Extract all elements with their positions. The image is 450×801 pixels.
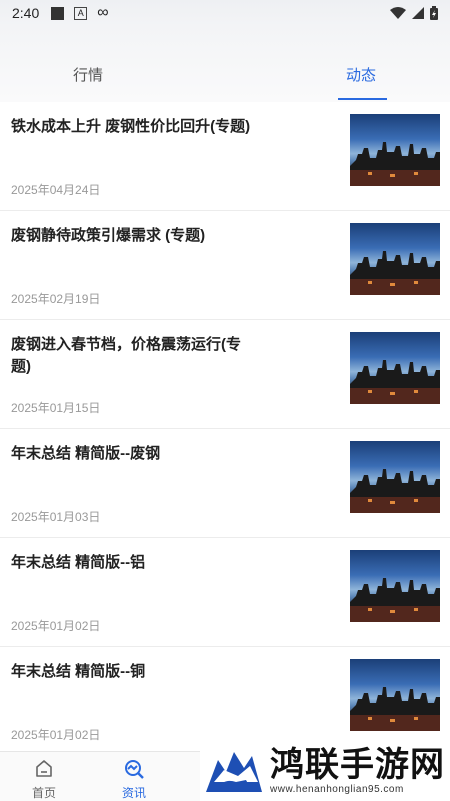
status-time: 2:40 — [12, 5, 40, 21]
article-title: 年末总结 精简版--铜 — [11, 663, 146, 680]
active-tab-indicator — [338, 98, 387, 100]
article-list: 铁水成本上升 废钢性价比回升(专题) 2025年04月24日 废钢静待政策引爆需… — [0, 102, 450, 756]
infinity-icon: ∞ — [97, 4, 109, 21]
article-title: 年末总结 精简版--废钢 — [11, 445, 161, 462]
list-item[interactable]: 年末总结 精简版--铝 2025年01月02日 — [0, 538, 450, 647]
list-item[interactable]: 废钢进入春节档，价格震荡运行(专题) 2025年01月15日 — [0, 320, 450, 429]
watermark: 鸿联手游网 www.henanhonglian95.com — [200, 740, 450, 801]
article-thumbnail — [350, 114, 440, 186]
home-icon — [36, 760, 52, 777]
nav-home-label: 首页 — [31, 786, 56, 800]
tab-dynamics[interactable]: 动态 — [346, 64, 376, 85]
article-date: 2025年01月03日 — [11, 510, 101, 524]
nav-news-label: 资讯 — [121, 786, 146, 800]
article-thumbnail — [350, 659, 440, 731]
article-date: 2025年01月15日 — [11, 401, 101, 415]
nav-news[interactable]: 资讯 — [104, 758, 164, 801]
article-thumbnail — [350, 550, 440, 622]
a-icon: A — [74, 6, 88, 20]
article-title: 废钢进入春节档，价格震荡运行(专题) — [11, 336, 241, 375]
article-title: 铁水成本上升 废钢性价比回升(专题) — [11, 118, 251, 135]
list-item[interactable]: 废钢静待政策引爆需求 (专题) 2025年02月19日 — [0, 211, 450, 320]
signal-icon — [412, 7, 424, 19]
wifi-icon — [390, 6, 406, 19]
article-title: 废钢静待政策引爆需求 (专题) — [11, 227, 206, 244]
nav-home[interactable]: 首页 — [14, 758, 74, 801]
tab-market[interactable]: 行情 — [73, 64, 103, 85]
article-thumbnail — [350, 332, 440, 404]
article-thumbnail — [350, 441, 440, 513]
tab-bar: 行情 动态 — [0, 26, 450, 102]
watermark-logo-icon — [206, 751, 262, 792]
news-icon — [125, 760, 144, 779]
list-item[interactable]: 铁水成本上升 废钢性价比回升(专题) 2025年04月24日 — [0, 102, 450, 211]
article-thumbnail — [350, 223, 440, 295]
article-title: 年末总结 精简版--铝 — [11, 554, 146, 571]
watermark-title: 鸿联手游网 — [270, 745, 445, 785]
list-item[interactable]: 年末总结 精简版--废钢 2025年01月03日 — [0, 429, 450, 538]
status-bar: 2:40 A ∞ — [0, 0, 450, 26]
article-date: 2025年02月19日 — [11, 292, 101, 306]
battery-icon — [430, 6, 438, 20]
article-date: 2025年04月24日 — [11, 183, 101, 197]
article-date: 2025年01月02日 — [11, 728, 101, 742]
notification-square-icon — [51, 6, 65, 20]
watermark-url: www.henanhonglian95.com — [270, 784, 404, 795]
article-date: 2025年01月02日 — [11, 619, 101, 633]
